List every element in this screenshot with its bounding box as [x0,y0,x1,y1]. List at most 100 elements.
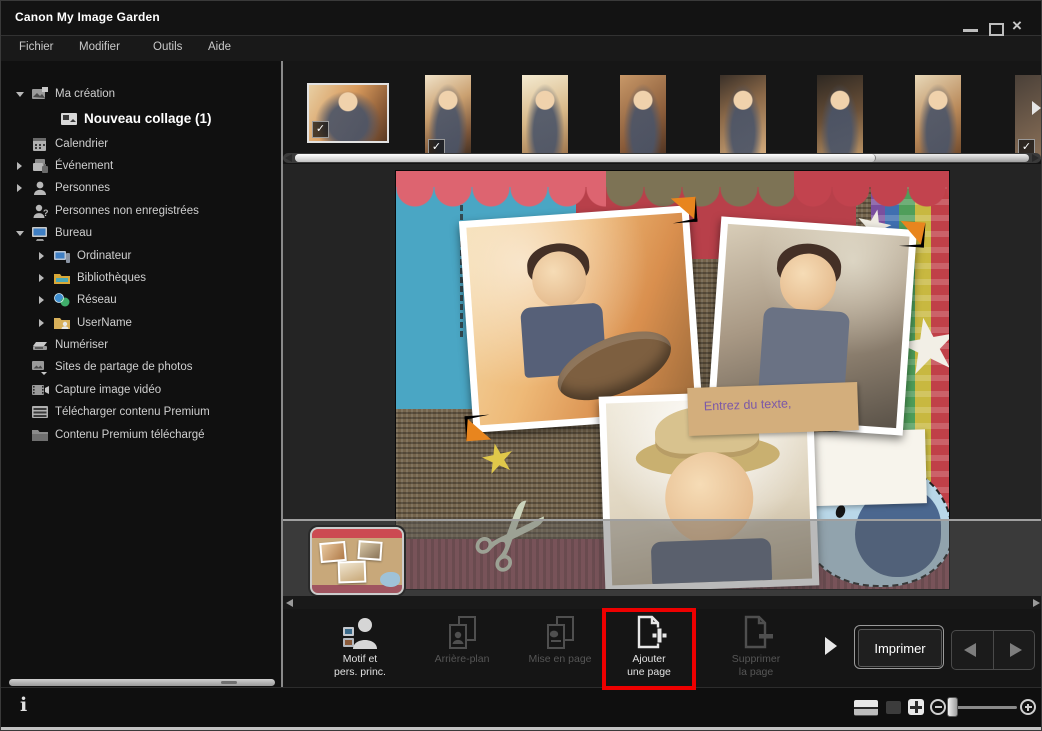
page-thumbnail[interactable] [310,527,404,595]
sidebar-item-label: Contenu Premium téléchargé [55,429,205,441]
supprimer-la-page-button[interactable]: Supprimer la page [713,613,799,685]
info-icon[interactable]: i [20,694,27,716]
photo-thumbnail[interactable]: ✓ [307,83,389,143]
photo-thumbnail[interactable] [620,75,666,159]
status-bar: i [1,687,1041,729]
thumbnail-scrollbar[interactable] [283,153,1041,163]
sidebar-item-personnes-non-enregistrees[interactable]: ? Personnes non enregistrées [1,200,281,222]
sidebar-item-bureau[interactable]: Bureau [1,222,281,244]
sidebar-item-username[interactable]: UserName [1,312,281,334]
sidebar-item-numeriser[interactable]: Numériser [1,334,281,356]
close-button[interactable]: × [1012,17,1022,34]
ajouter-une-page-button[interactable]: Ajouter une page [609,613,689,685]
checkmark-icon[interactable]: ✓ [312,121,329,138]
zoom-out-icon[interactable] [930,699,946,715]
scroll-right-icon[interactable] [1033,599,1040,607]
sidebar-item-label: Personnes non enregistrées [55,205,199,217]
sidebar-item-reseau[interactable]: Réseau [1,289,281,311]
photo-thumbnail[interactable]: ✓ [425,75,471,159]
photo-thumbnail[interactable] [720,75,766,159]
network-icon [53,292,71,308]
sidebar-item-nouveau-collage[interactable]: Nouveau collage (1) [1,105,281,132]
chevron-right-icon [37,251,50,261]
background-icon [442,613,482,653]
collage-icon [60,111,78,127]
sidebar: Ma création Nouveau collage (1) Calendri… [1,61,281,687]
arrow-right-icon [1010,643,1022,657]
previous-page-button[interactable] [952,631,993,669]
zoom-slider-track[interactable] [953,706,1017,709]
premium-folder-icon [31,427,49,443]
sidebar-item-contenu-premium[interactable]: Contenu Premium téléchargé [1,423,281,445]
menu-aide[interactable]: Aide [208,41,231,53]
thumbnail-view-icon[interactable] [886,701,901,714]
page-navigation [951,630,1035,670]
chevron-right-icon [15,183,28,193]
sidebar-item-telecharger-premium[interactable]: Télécharger contenu Premium [1,401,281,423]
sidebar-item-label: Ma création [55,88,115,100]
corner-tab [465,415,492,442]
sidebar-horizontal-scrollbar[interactable] [9,679,275,686]
creation-icon [31,86,49,102]
chevron-down-icon [15,228,28,238]
photo-thumbnail[interactable] [817,75,863,159]
sidebar-item-label: UserName [77,317,132,329]
maximize-button[interactable] [989,23,1004,36]
expand-toolbar-arrow[interactable] [825,637,837,655]
sidebar-item-label: Bureau [55,227,92,239]
sidebar-item-ordinateur[interactable]: Ordinateur [1,244,281,266]
sidebar-item-label: Bibliothèques [77,272,146,284]
menu-outils[interactable]: Outils [153,41,182,53]
mise-en-page-button[interactable]: Mise en page [513,613,607,685]
print-button[interactable]: Imprimer [854,625,944,669]
sidebar-item-sites-partage[interactable]: Sites de partage de photos [1,356,281,378]
menu-fichier[interactable]: Fichier [19,41,54,53]
text-placeholder[interactable]: Entrez du texte, [687,382,859,436]
photo-thumbnail[interactable] [522,75,568,159]
sidebar-item-calendrier[interactable]: Calendrier [1,132,281,154]
sidebar-item-bibliotheques[interactable]: Bibliothèques [1,267,281,289]
scroll-left-icon[interactable] [286,599,293,607]
desktop-icon [31,225,49,241]
sidebar-item-personnes[interactable]: Personnes [1,177,281,199]
chevron-down-icon [15,89,28,99]
libraries-folder-icon [53,270,71,286]
next-thumbnails-arrow[interactable] [1032,101,1041,115]
page-list-overlay [283,519,1042,598]
video-capture-icon [31,382,49,398]
edit-toolbar: Motif et pers. princ. Arrière-plan Mise … [283,609,1042,687]
title-bar: Canon My Image Garden × [1,1,1041,36]
sidebar-item-label: Ordinateur [77,250,131,262]
corner-tab [671,197,698,224]
layout-icon [540,613,580,653]
sidebar-item-label: Capture image vidéo [55,384,161,396]
add-page-icon [629,613,669,653]
fit-view-icon[interactable] [908,699,924,715]
scroll-left-icon[interactable] [285,154,292,162]
sidebar-item-capture-video[interactable]: Capture image vidéo [1,379,281,401]
motif-button[interactable]: Motif et pers. princ. [319,613,401,685]
minimize-button[interactable] [963,29,978,32]
collage-canvas: ★ ★ ★ ★ ★ ★ [283,164,1042,609]
sidebar-item-ma-creation[interactable]: Ma création [1,83,281,105]
sidebar-item-label: Nouveau collage (1) [84,111,212,126]
navigation-tree: Ma création Nouveau collage (1) Calendri… [1,83,281,446]
window-title: Canon My Image Garden [15,10,160,24]
arrow-left-icon [964,643,976,657]
split-view-icon[interactable] [854,700,878,716]
photo-thumbnail[interactable]: ✓ [1015,75,1041,159]
sidebar-item-evenement[interactable]: Événement [1,155,281,177]
zoom-in-icon[interactable] [1020,699,1036,715]
next-page-button[interactable] [993,631,1035,669]
scrollbar-thumb[interactable] [295,154,876,162]
canvas-horizontal-scrollbar[interactable] [283,596,1042,609]
photo-thumbnail-strip: ✓ ✓ ✓ [283,61,1042,153]
scroll-right-icon[interactable] [1032,154,1039,162]
zoom-slider-handle[interactable] [947,697,958,717]
photo-thumbnail[interactable] [915,75,961,159]
photo-share-icon [31,359,49,375]
person-unregistered-icon: ? [31,203,49,219]
arriere-plan-button[interactable]: Arrière-plan [415,613,509,685]
sidebar-item-label: Télécharger contenu Premium [55,406,210,418]
menu-modifier[interactable]: Modifier [79,41,120,53]
